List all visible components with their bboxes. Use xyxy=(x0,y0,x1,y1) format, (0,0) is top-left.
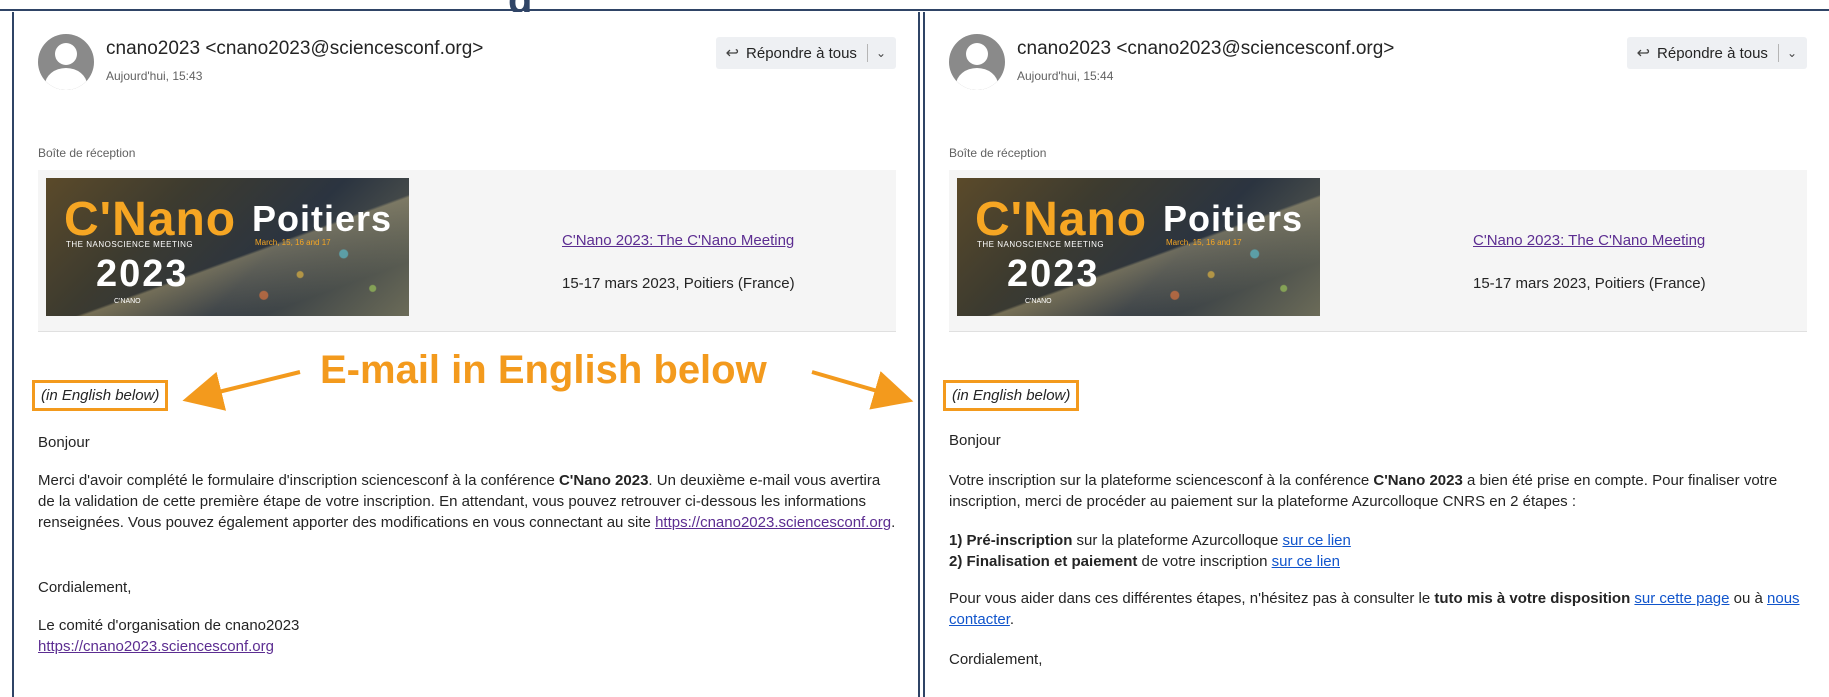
banner-logo: C'NANO xyxy=(114,298,141,305)
body-paragraph: Merci d'avoir complété le formulaire d'i… xyxy=(38,472,896,531)
sender-address[interactable]: cnano2023 <cnano2023@sciencesconf.org> xyxy=(106,38,483,60)
greeting: Bonjour xyxy=(38,434,90,451)
banner-city: Poitiers xyxy=(252,198,393,239)
reply-all-button[interactable]: ↩ Répondre à tous ⌄ xyxy=(715,37,896,69)
site-link[interactable]: https://cnano2023.sciencesconf.org xyxy=(655,514,891,531)
folder-label: Boîte de réception xyxy=(949,146,1047,160)
divider xyxy=(1777,44,1779,62)
banner-brand: C'Nano xyxy=(64,193,237,246)
closing: Cordialement, xyxy=(38,579,132,596)
in-english-below-note: (in English below) xyxy=(943,380,1080,411)
conference-dates: 15-17 mars 2023, Poitiers (France) xyxy=(1473,275,1706,292)
conference-link[interactable]: C'Nano 2023: The C'Nano Meeting xyxy=(1473,232,1705,249)
banner-city: Poitiers xyxy=(1163,198,1304,239)
reply-all-label: Répondre à tous xyxy=(746,44,857,62)
chevron-down-icon[interactable]: ⌄ xyxy=(876,46,886,60)
reply-all-label: Répondre à tous xyxy=(1657,44,1768,62)
body-paragraph: Votre inscription sur la plateforme scie… xyxy=(949,472,1778,510)
timestamp: Aujourd'hui, 15:43 xyxy=(106,69,203,83)
greeting: Bonjour xyxy=(949,432,1001,449)
help-paragraph: Pour vous aider dans ces différentes éta… xyxy=(949,590,1800,628)
payment-link[interactable]: sur ce lien xyxy=(1272,553,1340,570)
banner-brand: C'Nano xyxy=(975,193,1148,246)
tutorial-link[interactable]: sur cette page xyxy=(1634,590,1729,607)
sender-address[interactable]: cnano2023 <cnano2023@sciencesconf.org> xyxy=(1017,38,1394,60)
avatar[interactable] xyxy=(949,34,1005,90)
email-header: cnano2023 <cnano2023@sciencesconf.org> A… xyxy=(949,34,1807,94)
banner-dates: March, 15, 16 and 17 xyxy=(1166,238,1242,247)
banner-year: 2023 xyxy=(96,253,189,295)
banner-tagline: THE NANOSCIENCE MEETING xyxy=(977,240,1105,249)
divider xyxy=(866,44,868,62)
conference-card: C'Nano THE NANOSCIENCE MEETING Poitiers … xyxy=(949,170,1807,332)
reply-all-button[interactable]: ↩ Répondre à tous ⌄ xyxy=(1626,37,1807,69)
reply-all-icon: ↩ xyxy=(725,45,740,62)
annotation-title: E-mail in English below xyxy=(320,348,767,392)
banner-dates: March, 15, 16 and 17 xyxy=(255,238,331,247)
conference-card: C'Nano THE NANOSCIENCE MEETING Poitiers … xyxy=(38,170,896,332)
banner-logo: C'NANO xyxy=(1025,298,1052,305)
step-2: 2) Finalisation et paiement de votre ins… xyxy=(949,553,1340,570)
email-header: cnano2023 <cnano2023@sciencesconf.org> A… xyxy=(38,34,896,94)
chevron-down-icon[interactable]: ⌄ xyxy=(1787,46,1797,60)
signature: Le comité d'organisation de cnano2023 xyxy=(38,617,300,634)
step-1: 1) Pré-inscription sur la plateforme Azu… xyxy=(949,532,1351,549)
conference-banner-image[interactable]: C'Nano THE NANOSCIENCE MEETING Poitiers … xyxy=(957,178,1320,316)
conference-link[interactable]: C'Nano 2023: The C'Nano Meeting xyxy=(562,232,794,249)
avatar[interactable] xyxy=(38,34,94,90)
conference-banner-image[interactable]: C'Nano THE NANOSCIENCE MEETING Poitiers … xyxy=(46,178,409,316)
banner-tagline: THE NANOSCIENCE MEETING xyxy=(66,240,194,249)
banner-year: 2023 xyxy=(1007,253,1100,295)
closing: Cordialement, xyxy=(949,651,1043,668)
top-border xyxy=(0,9,1829,11)
reply-all-icon: ↩ xyxy=(1636,45,1651,62)
preregistration-link[interactable]: sur ce lien xyxy=(1282,532,1350,549)
folder-label: Boîte de réception xyxy=(38,146,136,160)
email-pane-right: cnano2023 <cnano2023@sciencesconf.org> A… xyxy=(923,12,1829,697)
conference-dates: 15-17 mars 2023, Poitiers (France) xyxy=(562,275,795,292)
timestamp: Aujourd'hui, 15:44 xyxy=(1017,69,1114,83)
in-english-below-note: (in English below) xyxy=(32,380,169,411)
signature-link: https://cnano2023.sciencesconf.org xyxy=(38,638,274,655)
